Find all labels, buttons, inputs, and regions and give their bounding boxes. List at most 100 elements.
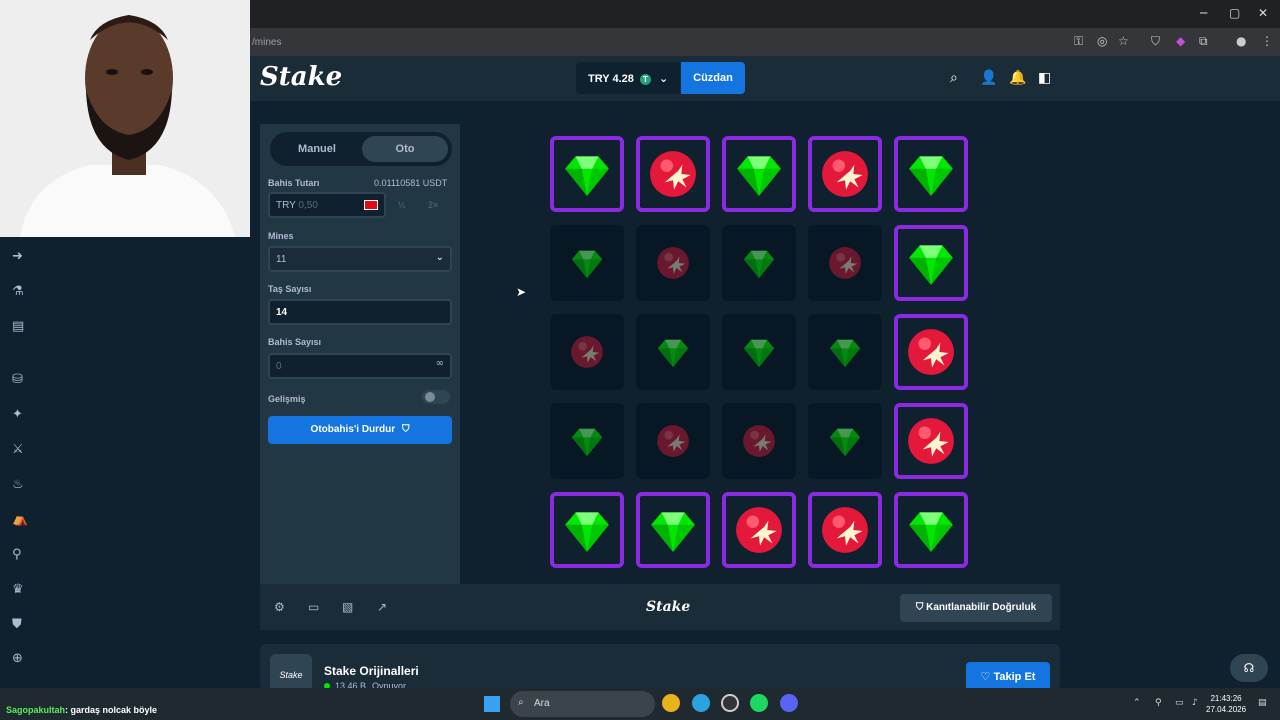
heart-icon: ♡ [980,670,991,683]
steam-icon[interactable] [721,694,739,712]
support-icon[interactable]: ⊕ [12,651,23,666]
mine-tile[interactable] [636,403,710,479]
chart-icon[interactable]: ↗ [377,600,387,614]
gem-tile[interactable] [550,225,624,301]
chat-text: : gardaş nolcak böyle [65,705,158,715]
gem-tile[interactable] [722,136,796,212]
mine-tile[interactable] [722,403,796,479]
arrow-right-icon[interactable]: ➜ [12,249,23,264]
theatre-mode-icon[interactable]: ▭ [308,600,319,614]
eye-off-icon[interactable]: ◎ [1097,34,1107,48]
webcam-overlay [0,0,250,237]
gem-tile[interactable] [636,314,710,390]
mines-board [460,124,1060,584]
mine-tile[interactable] [636,225,710,301]
tennis-icon[interactable]: ⚲ [12,547,22,562]
live-support-button[interactable]: ☊ [1230,654,1268,682]
puzzle-icon[interactable]: ⧉ [1199,34,1208,49]
game-footer: ⚙ ▭ ▧ ↗ Stake ⛉ Kanıtlanabilir Doğruluk [260,584,1060,630]
stake-logo[interactable]: Stake [260,62,342,92]
mine-tile[interactable] [550,314,624,390]
search-icon[interactable]: ⌕ [950,70,958,86]
volume-icon[interactable]: ♪ [1192,698,1198,708]
infinity-icon: ∞ [435,358,444,369]
gem-tile[interactable] [636,492,710,568]
taskbar-search[interactable]: ⌕ Ara [510,691,655,717]
bet-count-input[interactable]: 0 ∞ [268,353,452,379]
settings-icon[interactable]: ⚙ [274,600,285,614]
menu-dots-icon[interactable]: ⋮ [1261,34,1273,48]
footer-logo: Stake [646,599,691,615]
mines-select[interactable]: 11 ⌄ [268,246,452,272]
key-icon[interactable]: ⚿ [1074,34,1083,49]
news-icon[interactable]: ▤ [12,319,24,334]
tab-auto[interactable]: Oto [362,136,448,162]
gem-tile[interactable] [894,225,968,301]
double-button[interactable]: 2× [428,200,438,210]
user-icon[interactable]: 👤 [980,70,997,86]
gem-tile[interactable] [894,136,968,212]
provably-fair-button[interactable]: ⛉ Kanıtlanabilir Doğruluk [900,594,1052,622]
chevron-down-icon: ⌄ [435,252,444,263]
gift-icon[interactable]: ⛊ [12,617,22,632]
chrome-icon[interactable] [662,694,680,712]
shirt-icon[interactable]: ⛺ [12,512,28,527]
coins-icon[interactable]: ⛁ [12,372,23,387]
spotify-icon[interactable] [750,694,768,712]
shield-extension-icon[interactable]: ⛉ [1151,34,1160,49]
flask-icon[interactable]: ⚗ [12,284,24,299]
windows-start-icon[interactable] [484,696,500,712]
gem-tile[interactable] [808,314,882,390]
mine-tile[interactable] [808,492,882,568]
originals-section: Stake Stake Orijinalleri 13,46 B Oynuyor [260,644,1060,696]
minimize-button[interactable]: ─ [1200,6,1207,20]
crown-icon[interactable]: ♛ [12,582,24,597]
mine-tile[interactable] [722,492,796,568]
half-button[interactable]: ½ [398,200,406,210]
gem-tile[interactable] [722,225,796,301]
url-text[interactable]: /mines [252,37,281,48]
gem-tile[interactable] [550,492,624,568]
turkey-flag-icon [364,200,378,210]
gems-label: Taş Sayısı [268,284,312,294]
stop-autobet-button[interactable]: Otobahis'i Durdur ⛉ [268,416,452,444]
mine-tile[interactable] [808,136,882,212]
mine-tile[interactable] [894,314,968,390]
extension-icon[interactable]: ◆ [1176,34,1185,48]
taskbar-clock[interactable]: 21:43:26 27.04.2026 [1206,693,1246,715]
mine-tile[interactable] [636,136,710,212]
gem-tile[interactable] [550,403,624,479]
star-icon[interactable]: ☆ [1118,34,1129,48]
tab-manual[interactable]: Manuel [274,136,360,162]
mine-tile[interactable] [894,403,968,479]
wallet-button[interactable]: Cüzdan [681,62,745,94]
clock-date: 27.04.2026 [1206,705,1247,714]
ticket-icon[interactable]: ⚔ [12,442,24,457]
mine-tile[interactable] [808,225,882,301]
gem-tile[interactable] [722,314,796,390]
balance-selector[interactable]: TRY 4.28 T ⌄ [576,62,680,94]
shield-icon: ⛉ [401,424,410,435]
gem-tile[interactable] [894,492,968,568]
telegram-icon[interactable] [692,694,710,712]
gems-input[interactable]: 14 [268,299,452,325]
notification-icon[interactable]: ▤ [1258,698,1267,708]
gem-tile[interactable] [808,403,882,479]
fire-icon[interactable]: ♨ [12,477,24,492]
bet-count-label: Bahis Sayısı [268,337,322,347]
check-shield-icon: ⛉ [915,602,924,613]
microphone-icon[interactable]: ⚲ [1155,698,1162,708]
close-button[interactable]: ✕ [1258,6,1268,20]
maximize-button[interactable]: ▢ [1229,6,1240,20]
tray-chevron-icon[interactable]: ⌃ [1133,698,1141,708]
bet-amount-input[interactable]: TRY 0,50 [268,192,386,218]
profile-icon[interactable]: ● [1236,34,1246,48]
sparkle-icon[interactable]: ✦ [12,407,23,422]
network-icon[interactable]: ▭ [1175,698,1184,708]
sidebar-toggle-icon[interactable]: ◧ [1038,70,1051,86]
gem-tile[interactable] [550,136,624,212]
advanced-toggle[interactable] [422,390,450,404]
bell-icon[interactable]: 🔔 [1009,70,1026,86]
stats-icon[interactable]: ▧ [342,600,353,614]
discord-icon[interactable] [780,694,798,712]
